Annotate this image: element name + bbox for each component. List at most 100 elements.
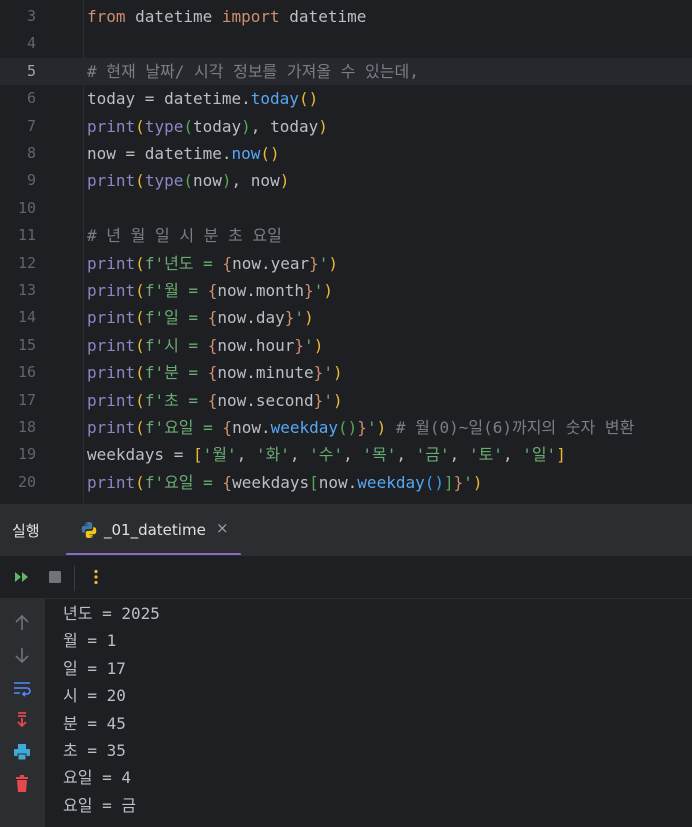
code-token: f'분 = (144, 363, 208, 383)
code-line[interactable]: 6 today = datetime.today() (0, 85, 692, 112)
scroll-to-end-icon[interactable] (12, 710, 32, 730)
code-token: now. (318, 472, 358, 492)
code-token: [ (309, 472, 319, 492)
code-line[interactable]: 16 print(f'분 = {now.minute}') (0, 359, 692, 386)
code-token: today = datetime. (87, 89, 251, 109)
code-text: # 현재 날짜/ 시각 정보를 가져올 수 있는데, (87, 58, 419, 85)
code-line[interactable]: 5 # 현재 날짜/ 시각 정보를 가져올 수 있는데, (0, 57, 692, 86)
code-token: print (87, 171, 136, 191)
code-token: ) (332, 363, 343, 383)
soft-wrap-icon[interactable] (12, 678, 32, 698)
trash-icon[interactable] (12, 774, 32, 794)
code-line[interactable]: 14 print(f'일 = {now.day}') (0, 304, 692, 331)
code-line[interactable]: 12 print(f'년도 = {now.year}') (0, 250, 692, 277)
code-token: now (192, 171, 222, 191)
code-line[interactable]: 17 print(f'초 = {now.second}') (0, 387, 692, 414)
code-token: datetime (279, 7, 367, 26)
line-number: 8 (26, 144, 36, 162)
code-line[interactable]: 11 # 년 월 일 시 분 초 요일 (0, 222, 692, 249)
output-line: 초 = 35 (63, 741, 126, 760)
code-token: weekdays = (87, 445, 193, 465)
code-line[interactable]: 19 weekdays = ['월', '화', '수', '목', '금', '… (0, 441, 692, 468)
line-number: 7 (26, 116, 36, 135)
more-vertical-icon[interactable] (87, 568, 105, 586)
code-token: ] (556, 445, 566, 465)
code-token: { (222, 472, 233, 492)
code-line[interactable]: 7 print(type(today), today) (0, 113, 692, 140)
code-token: weekday (270, 418, 339, 437)
code-text: # 년 월 일 시 분 초 요일 (87, 222, 282, 249)
code-text: print(f'요일 = {now.weekday()}') # 월(0)~일(… (87, 414, 634, 441)
code-token: print (87, 116, 136, 136)
code-token: , (236, 445, 256, 465)
arrow-down-icon[interactable] (12, 645, 32, 665)
code-text: from datetime import datetime (87, 3, 366, 30)
arrow-up-icon[interactable] (12, 613, 32, 633)
code-token: { (207, 308, 218, 328)
code-token: ' (463, 472, 473, 492)
code-token: now.minute (217, 363, 314, 383)
code-token: , (289, 445, 310, 465)
code-token: now.hour (217, 335, 295, 355)
code-line[interactable]: 13 print(f'월 = {now.month}') (0, 277, 692, 304)
code-token: print (87, 418, 136, 437)
close-icon[interactable]: × (216, 519, 229, 537)
code-token: now.second (217, 390, 314, 410)
code-line[interactable]: 9 print(type(now), now) (0, 167, 692, 194)
code-line[interactable]: 18 print(f'요일 = {now.weekday()}') # 월(0)~… (0, 414, 692, 441)
code-editor[interactable]: 3 from datetime import datetime 4 5 # 현재 날짜/… (0, 0, 692, 503)
line-number: 11 (17, 226, 36, 245)
code-text: print(f'일 = {now.day}') (87, 304, 314, 331)
code-line[interactable]: 20 print(f'요일 = {weekdays[now.weekday()]}… (0, 469, 692, 496)
print-icon[interactable] (12, 742, 32, 762)
output-line: 요일 = 4 (63, 768, 131, 788)
code-token: ' (304, 335, 314, 355)
code-token: () (338, 418, 358, 437)
code-token: datetime (125, 7, 222, 26)
code-line[interactable]: 4 (0, 30, 692, 57)
tab-01-datetime[interactable]: _01_datetime × (66, 504, 241, 556)
console-side-toolbar (0, 599, 45, 827)
code-token: now.month (217, 281, 305, 300)
code-token: # 년 월 일 시 분 초 요일 (87, 226, 282, 246)
code-token: ( (135, 418, 145, 437)
code-text: print(f'시 = {now.hour}') (87, 332, 323, 359)
code-token: } (453, 472, 464, 492)
code-token: ' (294, 308, 305, 328)
code-token: now. (232, 418, 271, 437)
code-token: } (313, 390, 324, 410)
output-line: 분 = 45 (63, 713, 126, 733)
code-line[interactable]: 10 (0, 195, 692, 222)
code-token: f'시 = (144, 335, 208, 355)
line-number: 10 (17, 198, 36, 217)
code-token: ) (472, 472, 483, 492)
code-line[interactable]: 8 now = datetime.now() (0, 140, 692, 167)
code-text: print(f'년도 = {now.year}') (87, 250, 338, 277)
code-line[interactable]: 15 print(f'시 = {now.hour}') (0, 332, 692, 359)
code-token: ( (135, 171, 145, 191)
code-token: '목' (362, 445, 397, 465)
code-token: } (313, 363, 324, 383)
line-number: 5 (26, 61, 36, 80)
console-output[interactable]: 년도 = 2025 월 = 1 일 = 17 시 = 20 분 = 45 초 = 35 요일… (45, 599, 692, 827)
output-line: 월 = 1 (63, 631, 117, 651)
code-token: ) (323, 281, 333, 300)
code-token: now (231, 144, 261, 163)
code-line[interactable]: 3 from datetime import datetime (0, 3, 692, 30)
line-number: 4 (26, 34, 36, 53)
output-line: 일 = 17 (63, 658, 126, 678)
code-token: ) (304, 308, 314, 328)
run-panel-title: 실행 (12, 522, 40, 540)
rerun-icon[interactable] (13, 568, 31, 586)
code-token: f'년도 = (144, 253, 223, 273)
code-token: ) (241, 116, 251, 136)
code-token: , (502, 445, 523, 465)
code-token: from (87, 7, 126, 26)
stop-icon[interactable] (46, 568, 64, 586)
tab-label: _01_datetime (104, 521, 206, 539)
code-token: ) (328, 253, 339, 273)
line-number: 13 (17, 281, 36, 299)
code-token: '수' (309, 445, 344, 465)
code-token: } (284, 308, 295, 328)
code-token: ] (444, 472, 454, 492)
